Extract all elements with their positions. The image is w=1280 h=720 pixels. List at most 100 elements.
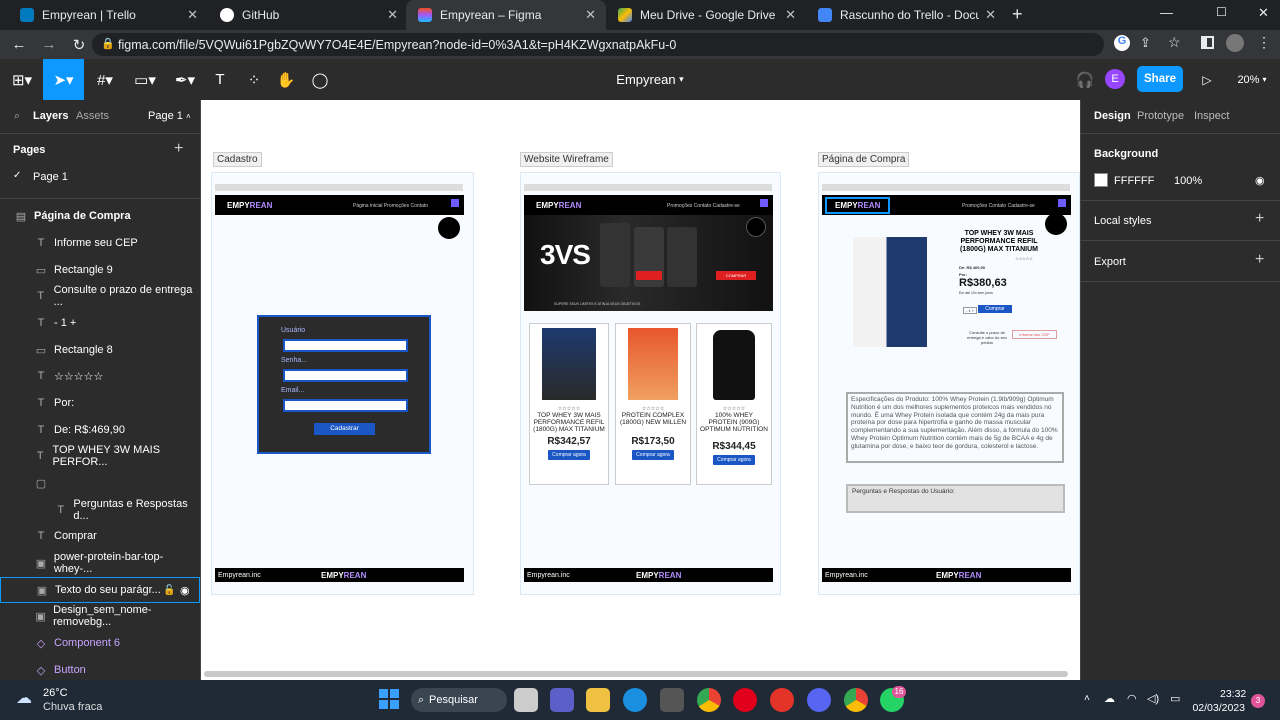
opera-icon[interactable] (733, 688, 757, 712)
taskbar-search[interactable]: ⌕ Pesquisar (411, 688, 507, 712)
chrome-icon[interactable] (697, 688, 721, 712)
browser-menu-icon[interactable]: ⋮ (1257, 34, 1271, 51)
bookmark-star-icon[interactable]: ☆ (1168, 34, 1181, 51)
close-icon[interactable]: ✕ (985, 7, 996, 23)
layer-row[interactable]: ▢ (0, 470, 200, 496)
present-icon[interactable]: ▷ (1196, 59, 1218, 100)
eye-icon[interactable]: ◉ (1255, 174, 1265, 187)
buy-now-button[interactable]: Comprar agora (548, 450, 590, 460)
minimize-icon[interactable]: — (1160, 5, 1173, 20)
clock-date[interactable]: 02/03/2023 (1192, 702, 1245, 714)
share-page-icon[interactable]: ⇪ (1140, 35, 1151, 51)
main-menu-icon[interactable]: ⊞▾ (6, 59, 38, 100)
frame-cadastro[interactable]: EMPYREAN Página inicial Promoções Contat… (211, 172, 474, 595)
notification-center-badge[interactable]: 3 (1251, 694, 1265, 708)
shape-tool-icon[interactable]: ▭▾ (128, 59, 162, 100)
layer-row[interactable]: T TOP WHEY 3W MAIS PERFOR... (0, 443, 200, 469)
eye-icon[interactable]: ◉ (180, 584, 190, 597)
close-icon[interactable]: ✕ (387, 7, 398, 23)
pen-tool-icon[interactable]: ✒▾ (168, 59, 202, 100)
headphones-icon[interactable]: 🎧 (1074, 59, 1096, 100)
site-logo-selected[interactable]: EMPYREAN (825, 197, 891, 214)
frame-wireframe[interactable]: EMPYREAN Promoções Contato Cadastre-se 3… (520, 172, 781, 595)
maximize-icon[interactable]: ☐ (1216, 5, 1227, 19)
user-avatar[interactable]: E (1105, 69, 1125, 89)
frame-pagina-compra[interactable]: EMPYREAN Promoções Contato Cadastre-se T… (818, 172, 1080, 595)
zoom-dropdown[interactable]: 20% ▾ (1232, 59, 1272, 100)
wifi-icon[interactable]: ◠ (1127, 692, 1137, 705)
add-style-icon[interactable]: + (1255, 210, 1264, 228)
resources-icon[interactable]: ⁘ (242, 59, 266, 100)
email-input[interactable] (283, 399, 408, 412)
tab-inspect[interactable]: Inspect (1194, 110, 1229, 122)
layer-row[interactable]: T Consulte o prazo de entrega ... (0, 283, 200, 309)
close-icon[interactable]: ✕ (785, 7, 796, 23)
tab-assets[interactable]: Assets (76, 110, 109, 122)
frame-label-cadastro[interactable]: Cadastro (213, 152, 262, 167)
add-page-icon[interactable]: + (174, 140, 183, 158)
frame-tool-icon[interactable]: #▾ (88, 59, 122, 100)
tab-drive[interactable]: Meu Drive - Google Drive ✕ (606, 0, 806, 30)
close-icon[interactable]: ✕ (187, 7, 198, 23)
file-name[interactable]: Empyrean ▾ (600, 59, 700, 100)
edge-icon[interactable] (623, 688, 647, 712)
background-hex[interactable]: FFFFFF (1114, 175, 1154, 187)
signup-button[interactable]: Cadastrar (314, 423, 375, 435)
page-selector[interactable]: Page 1 ˄ (148, 110, 191, 122)
horizontal-scrollbar[interactable] (204, 671, 1068, 677)
layer-row[interactable]: ▤ Página de Compra (0, 203, 200, 229)
tab-docs[interactable]: Rascunho do Trello - Documento✕ (806, 0, 1006, 30)
profile-avatar[interactable] (1226, 34, 1244, 52)
layer-row[interactable]: ▣ power-protein-bar-top-whey-... (0, 550, 200, 576)
chrome-active-icon[interactable] (844, 688, 868, 712)
lock-icon[interactable]: 🔓 (163, 585, 175, 596)
back-icon[interactable]: ← (6, 36, 32, 53)
hand-tool-icon[interactable]: ✋ (274, 59, 298, 100)
user-input[interactable] (283, 339, 408, 352)
tab-layers[interactable]: Layers (33, 110, 68, 122)
clock-time[interactable]: 23:32 (1220, 688, 1246, 700)
layer-row[interactable]: T Perguntas e Respostas d... (0, 497, 200, 523)
text-tool-icon[interactable]: T (208, 59, 232, 100)
page-item-page1[interactable]: Page 1 (33, 171, 68, 183)
buy-button[interactable]: Comprar (978, 305, 1012, 313)
layer-row[interactable]: T Comprar (0, 523, 200, 549)
color-swatch[interactable] (1094, 173, 1108, 187)
onedrive-icon[interactable]: ☁ (1104, 692, 1115, 705)
task-view-icon[interactable] (514, 688, 538, 712)
tab-trello[interactable]: Empyrean | Trello ✕ (8, 0, 208, 30)
move-tool-icon[interactable]: ➤▾ (43, 59, 84, 100)
frame-label-compra[interactable]: Página de Compra (818, 152, 910, 167)
layer-row[interactable]: ▭ Rectangle 9 (0, 257, 200, 283)
address-bar[interactable]: 🔒 figma.com/file/5VQWui61PgbZQvWY7O4E4E/… (92, 33, 1104, 56)
background-opacity[interactable]: 100% (1174, 175, 1202, 187)
tab-prototype[interactable]: Prototype (1137, 110, 1184, 122)
weather-icon[interactable]: ☁ (16, 688, 32, 708)
file-explorer-icon[interactable] (586, 688, 610, 712)
buy-now-button[interactable]: Comprar agora (713, 455, 755, 465)
password-input[interactable] (283, 369, 408, 382)
new-tab-icon[interactable]: + (1012, 4, 1023, 25)
layer-row[interactable]: ▣ Design_sem_nome-removebg... (0, 603, 200, 629)
close-icon[interactable]: ✕ (585, 7, 596, 23)
window-close-icon[interactable]: ✕ (1258, 5, 1269, 21)
tray-chevron-icon[interactable]: ˄ (1084, 693, 1090, 704)
comment-tool-icon[interactable]: ◯ (308, 59, 332, 100)
search-icon[interactable]: ⌕ (14, 110, 20, 123)
discord-icon[interactable] (807, 688, 831, 712)
tab-figma[interactable]: Empyrean – Figma ✕ (406, 0, 606, 30)
layer-row-selected[interactable]: ▣ Texto do seu parágr... 🔓 ◉ (0, 577, 200, 603)
layer-row[interactable]: T ☆☆☆☆☆ (0, 363, 200, 389)
volume-icon[interactable]: ◁) (1147, 692, 1159, 705)
layer-row[interactable]: T- 1 + (0, 310, 200, 336)
google-icon[interactable]: G (1114, 35, 1130, 51)
layer-row[interactable]: T Por: (0, 390, 200, 416)
battery-icon[interactable]: ▭ (1170, 692, 1180, 705)
windows-start-icon[interactable] (379, 689, 399, 709)
canvas[interactable]: Cadastro Website Wireframe Página de Com… (201, 100, 1080, 680)
frame-label-wireframe[interactable]: Website Wireframe (520, 152, 613, 167)
ea-icon[interactable] (770, 688, 794, 712)
add-export-icon[interactable]: + (1255, 251, 1264, 269)
layer-row[interactable]: ▭ Rectangle 8 (0, 337, 200, 363)
tab-design[interactable]: Design (1094, 110, 1131, 122)
